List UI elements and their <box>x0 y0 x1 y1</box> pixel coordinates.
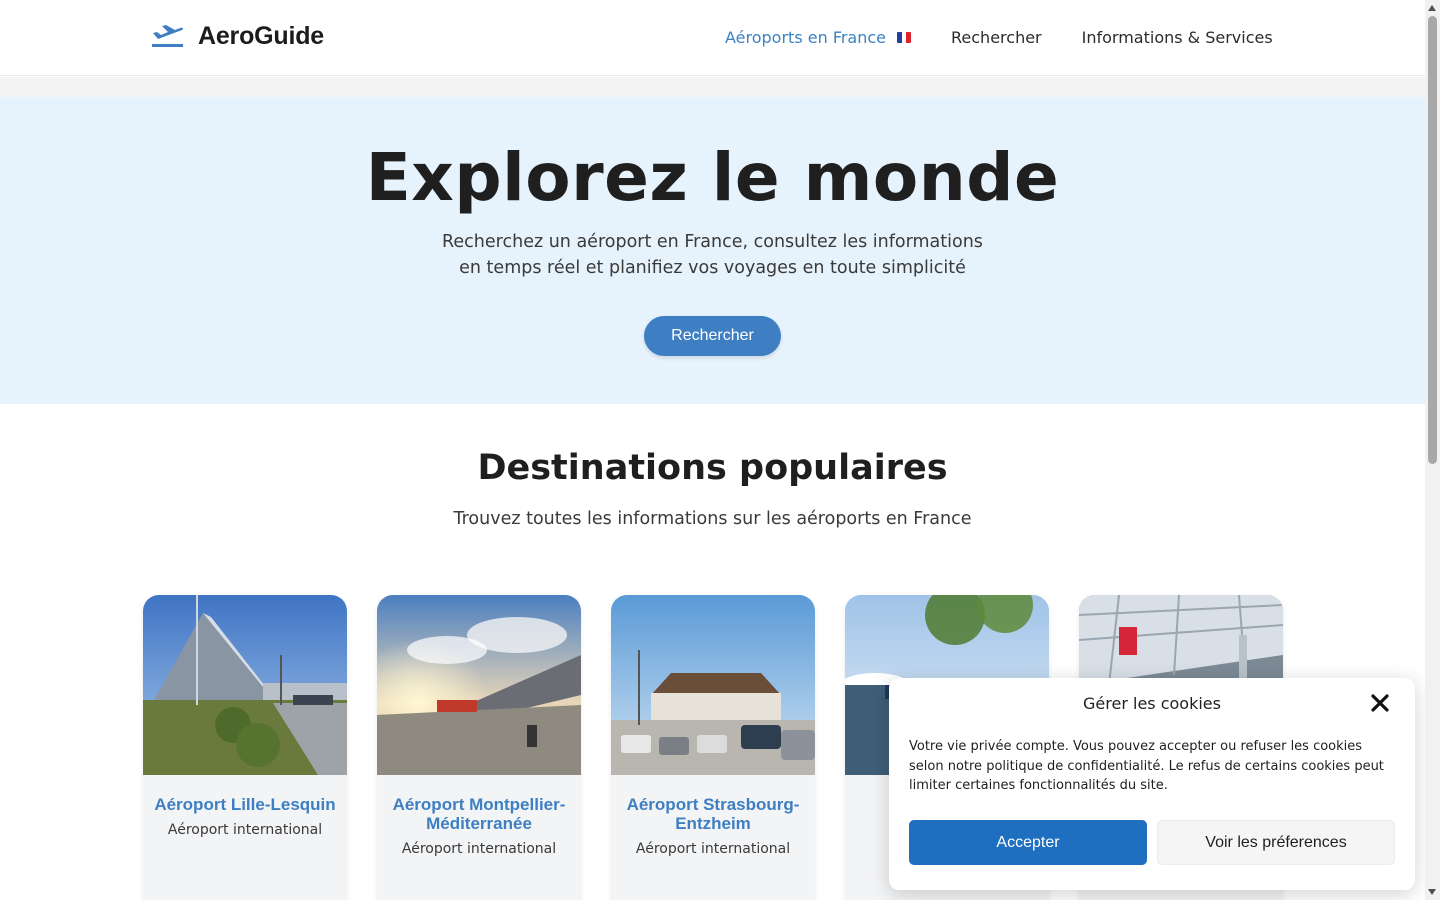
scroll-down-arrow-icon[interactable] <box>1428 889 1436 895</box>
card-name: Aéroport Lille-Lesquin <box>154 795 336 814</box>
site-header: AeroGuide Aéroports en France Rechercher… <box>0 0 1425 76</box>
france-flag-icon <box>897 32 912 43</box>
close-icon[interactable] <box>1369 692 1391 714</box>
cookie-title: Gérer les cookies <box>1083 694 1221 713</box>
main-nav: Aéroports en France Rechercher Informati… <box>725 28 1273 47</box>
card-image-strasbourg <box>611 595 815 775</box>
page-scrollbar[interactable] <box>1425 0 1440 900</box>
nav-airports-france[interactable]: Aéroports en France <box>725 28 912 47</box>
accept-cookies-button[interactable]: Accepter <box>909 820 1147 865</box>
card-image-lille <box>143 595 347 775</box>
destinations-title: Destinations populaires <box>477 448 948 488</box>
nav-airports-france-label: Aéroports en France <box>725 28 887 47</box>
card-type: Aéroport international <box>401 841 557 857</box>
brand-name: AeroGuide <box>198 22 324 50</box>
card-type: Aéroport international <box>635 841 791 857</box>
cookie-text: Votre vie privée compte. Vous pouvez acc… <box>909 739 1384 793</box>
header-divider-strip <box>0 77 1425 97</box>
card-name: Aéroport Montpellier-Méditerranée <box>392 795 566 833</box>
view-preferences-button[interactable]: Voir les préferences <box>1157 820 1395 865</box>
nav-search[interactable]: Rechercher <box>951 28 1042 47</box>
hero-subtitle-line1: Recherchez un aéroport en France, consul… <box>442 232 983 252</box>
scroll-up-arrow-icon[interactable] <box>1428 5 1436 11</box>
nav-info-services[interactable]: Informations & Services <box>1082 28 1273 47</box>
scroll-thumb[interactable] <box>1428 16 1437 464</box>
hero-subtitle-line2: en temps réel et planifiez vos voyages e… <box>459 258 966 278</box>
hero-search-button[interactable]: Rechercher <box>644 316 781 356</box>
cookie-consent-dialog: Gérer les cookies Votre vie privée compt… <box>889 678 1415 890</box>
card-image-montpellier <box>377 595 581 775</box>
hero-title: Explorez le monde <box>365 139 1060 216</box>
hero-section: Explorez le monde Recherchez un aéroport… <box>0 97 1425 404</box>
hero-subtitle: Recherchez un aéroport en France, consul… <box>0 229 1425 281</box>
card-type: Aéroport international <box>167 822 323 838</box>
destination-card-strasbourg[interactable]: Aéroport Strasbourg-Entzheim Aéroport in… <box>611 595 815 900</box>
destinations-subtitle: Trouvez toutes les informations sur les … <box>453 509 972 529</box>
logo[interactable]: AeroGuide <box>151 22 324 51</box>
card-name: Aéroport Strasbourg-Entzheim <box>626 795 800 833</box>
destination-card-montpellier[interactable]: Aéroport Montpellier-Méditerranée Aéropo… <box>377 595 581 900</box>
airplane-takeoff-icon <box>152 24 184 47</box>
destination-card-lille[interactable]: Aéroport Lille-Lesquin Aéroport internat… <box>143 595 347 900</box>
